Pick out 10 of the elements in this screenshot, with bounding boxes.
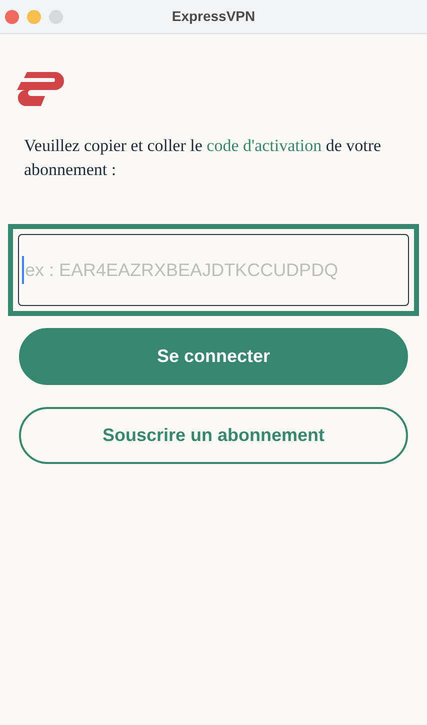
text-cursor bbox=[22, 256, 24, 284]
zoom-icon[interactable] bbox=[49, 10, 63, 24]
close-icon[interactable] bbox=[5, 10, 19, 24]
minimize-icon[interactable] bbox=[27, 10, 41, 24]
connect-button[interactable]: Se connecter bbox=[19, 328, 408, 385]
window-title: ExpressVPN bbox=[172, 7, 256, 26]
instruction-text: Veuillez copier et coller le code d'activation de votre abonnement : bbox=[23, 135, 382, 181]
activation-code-link[interactable]: code d'activation bbox=[206, 136, 322, 155]
subscribe-button[interactable]: Souscrire un abonnement bbox=[19, 407, 408, 464]
activation-field[interactable]: ex : EAR4EAZRXBEAJDTKCCUDPDQ bbox=[18, 234, 409, 306]
